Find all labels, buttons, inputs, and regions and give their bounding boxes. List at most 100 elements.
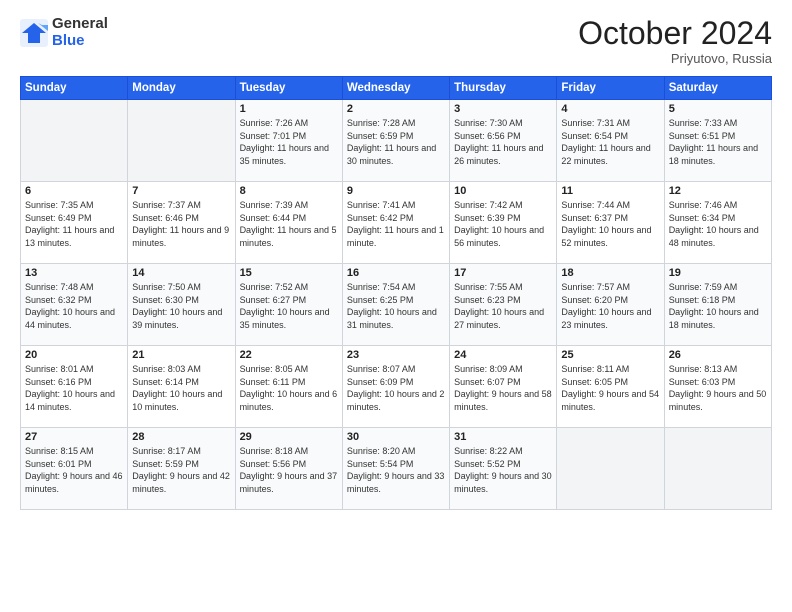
table-row: 1 Sunrise: 7:26 AMSunset: 7:01 PMDaylight… — [235, 100, 342, 182]
col-thursday: Thursday — [450, 77, 557, 100]
table-row: 3 Sunrise: 7:30 AMSunset: 6:56 PMDaylight… — [450, 100, 557, 182]
calendar-header-row: Sunday Monday Tuesday Wednesday Thursday… — [21, 77, 772, 100]
table-row: 27Sunrise: 8:15 AMSunset: 6:01 PMDayligh… — [21, 428, 128, 510]
table-row: 28 Sunrise: 8:17 AMSunset: 5:59 PMDayligh… — [128, 428, 235, 510]
day-number: 3 — [454, 103, 552, 115]
day-info: Sunrise: 8:17 AMSunset: 5:59 PMDaylight:… — [132, 445, 230, 495]
day-info: Sunrise: 7:39 AMSunset: 6:44 PMDaylight:… — [240, 199, 338, 249]
table-row: 11Sunrise: 7:44 AMSunset: 6:37 PMDayligh… — [557, 182, 664, 264]
page: General Blue October 2024 Priyutovo, Rus… — [0, 0, 792, 612]
week-row-5: 27Sunrise: 8:15 AMSunset: 6:01 PMDayligh… — [21, 428, 772, 510]
table-row: 24Sunrise: 8:09 AMSunset: 6:07 PMDayligh… — [450, 346, 557, 428]
calendar-table: Sunday Monday Tuesday Wednesday Thursday… — [20, 76, 772, 510]
table-row: 31 Sunrise: 8:22 AMSunset: 5:52 PMDayligh… — [450, 428, 557, 510]
day-number: 19 — [669, 267, 767, 279]
day-number: 26 — [669, 349, 767, 361]
day-info: Sunrise: 7:33 AMSunset: 6:51 PMDaylight:… — [669, 117, 767, 167]
day-info: Sunrise: 8:13 AMSunset: 6:03 PMDaylight:… — [669, 363, 767, 413]
day-number: 15 — [240, 267, 338, 279]
day-info: Sunrise: 8:07 AMSunset: 6:09 PMDaylight:… — [347, 363, 445, 413]
table-row — [128, 100, 235, 182]
day-info: Sunrise: 8:09 AMSunset: 6:07 PMDaylight:… — [454, 363, 552, 413]
day-number: 7 — [132, 185, 230, 197]
day-info: Sunrise: 7:54 AMSunset: 6:25 PMDaylight:… — [347, 281, 445, 331]
logo-text: General Blue — [52, 16, 108, 49]
day-number: 2 — [347, 103, 445, 115]
col-sunday: Sunday — [21, 77, 128, 100]
day-info: Sunrise: 8:18 AMSunset: 5:56 PMDaylight:… — [240, 445, 338, 495]
month-title: October 2024 — [578, 16, 772, 51]
col-saturday: Saturday — [664, 77, 771, 100]
table-row: 12Sunrise: 7:46 AMSunset: 6:34 PMDayligh… — [664, 182, 771, 264]
day-info: Sunrise: 8:20 AMSunset: 5:54 PMDaylight:… — [347, 445, 445, 495]
table-row: 16 Sunrise: 7:54 AMSunset: 6:25 PMDayligh… — [342, 264, 449, 346]
day-number: 20 — [25, 349, 123, 361]
logo: General Blue — [20, 16, 108, 49]
table-row: 30 Sunrise: 8:20 AMSunset: 5:54 PMDayligh… — [342, 428, 449, 510]
day-number: 31 — [454, 431, 552, 443]
day-number: 6 — [25, 185, 123, 197]
location: Priyutovo, Russia — [578, 51, 772, 66]
day-number: 16 — [347, 267, 445, 279]
logo-blue-text: Blue — [52, 33, 108, 50]
day-info: Sunrise: 7:41 AMSunset: 6:42 PMDaylight:… — [347, 199, 445, 249]
day-info: Sunrise: 7:59 AMSunset: 6:18 PMDaylight:… — [669, 281, 767, 331]
table-row: 5Sunrise: 7:33 AMSunset: 6:51 PMDaylight… — [664, 100, 771, 182]
day-info: Sunrise: 7:50 AMSunset: 6:30 PMDaylight:… — [132, 281, 230, 331]
day-number: 14 — [132, 267, 230, 279]
table-row: 18 Sunrise: 7:57 AMSunset: 6:20 PMDayligh… — [557, 264, 664, 346]
day-number: 12 — [669, 185, 767, 197]
table-row: 14 Sunrise: 7:50 AMSunset: 6:30 PMDayligh… — [128, 264, 235, 346]
table-row: 26 Sunrise: 8:13 AMSunset: 6:03 PMDayligh… — [664, 346, 771, 428]
day-number: 4 — [561, 103, 659, 115]
day-info: Sunrise: 7:26 AMSunset: 7:01 PMDaylight:… — [240, 117, 338, 167]
day-number: 13 — [25, 267, 123, 279]
table-row: 9 Sunrise: 7:41 AMSunset: 6:42 PMDaylight… — [342, 182, 449, 264]
table-row — [21, 100, 128, 182]
day-info: Sunrise: 7:52 AMSunset: 6:27 PMDaylight:… — [240, 281, 338, 331]
day-number: 25 — [561, 349, 659, 361]
day-info: Sunrise: 8:03 AMSunset: 6:14 PMDaylight:… — [132, 363, 230, 413]
table-row: 20 Sunrise: 8:01 AMSunset: 6:16 PMDayligh… — [21, 346, 128, 428]
day-info: Sunrise: 8:05 AMSunset: 6:11 PMDaylight:… — [240, 363, 338, 413]
day-number: 28 — [132, 431, 230, 443]
logo-icon — [20, 19, 48, 47]
table-row: 2Sunrise: 7:28 AMSunset: 6:59 PMDaylight… — [342, 100, 449, 182]
header: General Blue October 2024 Priyutovo, Rus… — [20, 16, 772, 66]
table-row — [557, 428, 664, 510]
day-info: Sunrise: 8:15 AMSunset: 6:01 PMDaylight:… — [25, 445, 123, 495]
col-friday: Friday — [557, 77, 664, 100]
day-number: 9 — [347, 185, 445, 197]
week-row-4: 20 Sunrise: 8:01 AMSunset: 6:16 PMDayligh… — [21, 346, 772, 428]
logo-general-text: General — [52, 16, 108, 33]
day-number: 23 — [347, 349, 445, 361]
col-wednesday: Wednesday — [342, 77, 449, 100]
table-row: 4Sunrise: 7:31 AMSunset: 6:54 PMDaylight… — [557, 100, 664, 182]
table-row: 6Sunrise: 7:35 AMSunset: 6:49 PMDaylight… — [21, 182, 128, 264]
day-number: 18 — [561, 267, 659, 279]
col-tuesday: Tuesday — [235, 77, 342, 100]
day-number: 30 — [347, 431, 445, 443]
table-row: 15 Sunrise: 7:52 AMSunset: 6:27 PMDayligh… — [235, 264, 342, 346]
table-row: 23 Sunrise: 8:07 AMSunset: 6:09 PMDayligh… — [342, 346, 449, 428]
title-block: October 2024 Priyutovo, Russia — [578, 16, 772, 66]
day-number: 21 — [132, 349, 230, 361]
table-row — [664, 428, 771, 510]
day-info: Sunrise: 7:30 AMSunset: 6:56 PMDaylight:… — [454, 117, 552, 167]
table-row: 21 Sunrise: 8:03 AMSunset: 6:14 PMDayligh… — [128, 346, 235, 428]
day-number: 29 — [240, 431, 338, 443]
table-row: 10Sunrise: 7:42 AMSunset: 6:39 PMDayligh… — [450, 182, 557, 264]
table-row: 19 Sunrise: 7:59 AMSunset: 6:18 PMDayligh… — [664, 264, 771, 346]
day-info: Sunrise: 7:48 AMSunset: 6:32 PMDaylight:… — [25, 281, 123, 331]
day-info: Sunrise: 8:01 AMSunset: 6:16 PMDaylight:… — [25, 363, 123, 413]
table-row: 22 Sunrise: 8:05 AMSunset: 6:11 PMDayligh… — [235, 346, 342, 428]
day-number: 11 — [561, 185, 659, 197]
day-number: 10 — [454, 185, 552, 197]
day-info: Sunrise: 7:57 AMSunset: 6:20 PMDaylight:… — [561, 281, 659, 331]
table-row: 7Sunrise: 7:37 AMSunset: 6:46 PMDaylight… — [128, 182, 235, 264]
day-number: 1 — [240, 103, 338, 115]
table-row: 17Sunrise: 7:55 AMSunset: 6:23 PMDayligh… — [450, 264, 557, 346]
day-number: 22 — [240, 349, 338, 361]
week-row-1: 1 Sunrise: 7:26 AMSunset: 7:01 PMDaylight… — [21, 100, 772, 182]
day-info: Sunrise: 8:22 AMSunset: 5:52 PMDaylight:… — [454, 445, 552, 495]
